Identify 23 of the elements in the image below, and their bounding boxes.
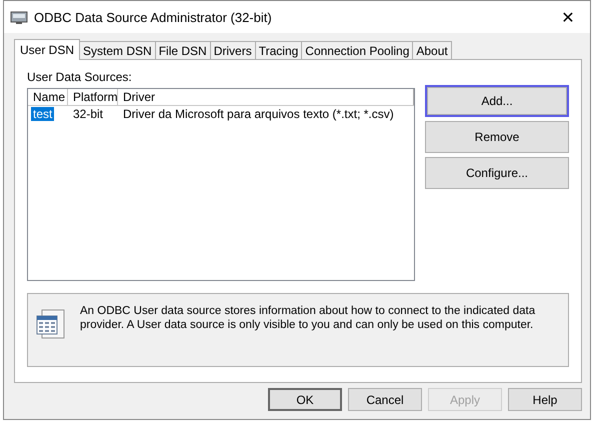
table-cell[interactable]: Driver da Microsoft para arquivos texto (*.txt; *.csv) [121, 107, 396, 121]
tab[interactable]: Connection Pooling [301, 41, 414, 59]
column-header[interactable]: Platform [68, 89, 118, 105]
tab[interactable]: System DSN [79, 41, 156, 59]
dialog-button[interactable]: Remove [425, 121, 569, 153]
tab[interactable]: User DSN [14, 39, 80, 60]
info-text: An ODBC User data source stores information about how to connect to the indicated data provider. A User data source is only visible to you and can only be used on this computer. [80, 304, 536, 333]
dialog-button[interactable]: OK [268, 388, 342, 411]
tab[interactable]: About [412, 41, 452, 59]
group-label: User Data Sources: [27, 70, 133, 84]
dialog-button[interactable]: Add... [425, 85, 569, 117]
tab[interactable]: Tracing [254, 41, 302, 59]
table-cell[interactable]: 32-bit [71, 107, 106, 121]
table-cell[interactable]: test [31, 107, 54, 121]
table-icon [36, 308, 66, 340]
window-title: ODBC Data Source Administrator (32-bit) [34, 10, 272, 24]
column-header[interactable]: Name [28, 89, 68, 105]
dialog-button[interactable]: Configure... [425, 157, 569, 189]
dialog-button[interactable]: Cancel [348, 388, 422, 411]
column-header[interactable]: Driver [118, 89, 414, 105]
dialog-button[interactable]: Help [508, 388, 582, 411]
close-button[interactable]: ✕ [546, 2, 590, 32]
computer-icon [10, 9, 28, 25]
